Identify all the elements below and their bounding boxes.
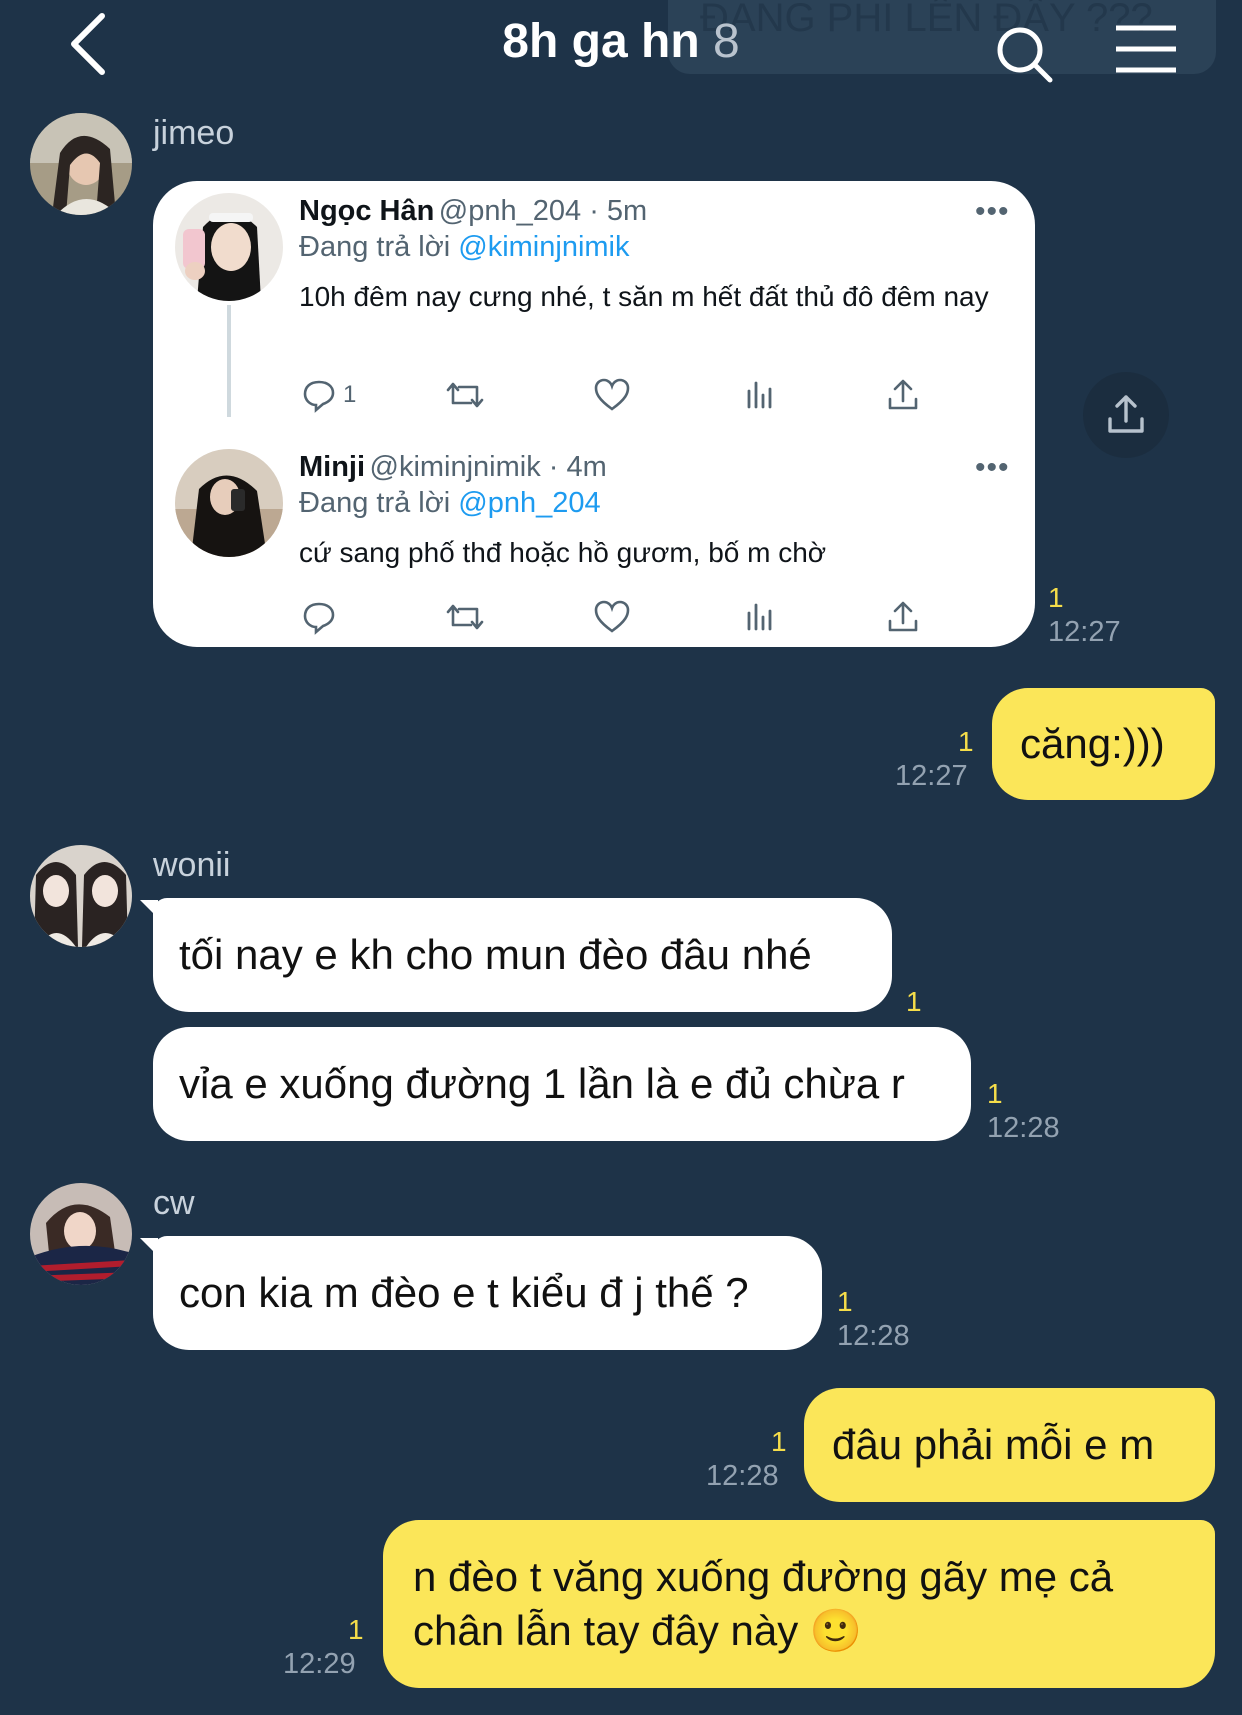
tweet1-handle-time: @pnh_204 · 5m [438,195,648,227]
message-time: 12:28 [837,1320,910,1352]
menu-button[interactable] [1114,24,1178,74]
tweet1-reply-prefix: Đang trả lời [299,231,451,263]
thread-connector-line [227,305,231,417]
tweet2-handle-time: @kiminjnimik · 4m [369,451,607,483]
hamburger-menu-icon [1116,25,1176,73]
message-text: căng:))) [1020,720,1165,767]
sender-name-wonii: wonii [153,846,231,884]
share-upload-icon [888,379,918,410]
message-time: 12:28 [706,1460,779,1492]
tweet2-reply-prefix: Đang trả lời [299,487,451,519]
tweet1-retweet-action [445,377,485,413]
tweet1-avatar [175,193,283,301]
bar-chart-icon [747,603,772,631]
tweet1-like-action [593,377,631,413]
unread-count: 1 [1048,582,1064,613]
avatar-jimeo[interactable] [30,113,132,215]
tweet2-reply-mention: @pnh_204 [458,487,601,519]
heart-icon [594,378,630,411]
bar-chart-icon [747,381,772,409]
tweet1-author-name: Ngọc Hân [299,195,435,227]
share-image-button[interactable] [1083,372,1169,458]
retweet-icon [446,604,484,630]
heart-icon [594,600,630,633]
tweet1-more-button: ••• [975,195,1010,228]
tweet2-like-action [593,599,631,635]
message-time: 12:27 [895,760,968,792]
tweet2-views-action [741,599,777,635]
tweet1-reply-mention: @kiminjnimik [458,231,630,263]
tweet1-header: Ngọc Hân @pnh_204 · 5m [299,195,647,228]
outgoing-message-bubble[interactable]: n đèo t văng xuống đường gãy mẹ cả chân … [383,1520,1215,1688]
unread-count: 1 [837,1286,853,1317]
tweet1-views-action [741,377,777,413]
tweet1-body: 10h đêm nay cưng nhé, t săn m hết đất th… [299,281,989,312]
unread-count: 1 [906,986,922,1017]
message-text-line1: n đèo t văng xuống đường gãy mẹ cả [413,1553,1114,1600]
sender-name-cw: cw [153,1184,195,1222]
share-upload-icon [1108,395,1144,433]
message-text: con kia m đèo e t kiểu đ j thế ? [179,1269,749,1316]
incoming-message-bubble[interactable]: vỉa e xuống đường 1 lần là e đủ chừa r [153,1027,971,1141]
incoming-message-bubble[interactable]: con kia m đèo e t kiểu đ j thế ? [153,1236,822,1350]
tweet2-reply-context: Đang trả lời @pnh_204 [299,487,601,520]
search-button[interactable] [992,22,1058,88]
tweet2-reply-action [301,599,337,635]
tweet1-reply-context: Đang trả lời @kiminjnimik [299,231,630,264]
tweet2-more-button: ••• [975,451,1010,484]
unread-count: 1 [987,1078,1003,1109]
avatar-wonii[interactable] [30,845,132,947]
tweet2-avatar [175,449,283,557]
tweet2-header: Minji @kiminjnimik · 4m [299,451,607,484]
tweet1-share-action [885,377,921,413]
message-text-line2: chân lẫn tay đây này 🙂 [413,1607,863,1654]
tweet2-share-action [885,599,921,635]
tweet-screenshot-image[interactable]: Ngọc Hân @pnh_204 · 5m ••• Đang trả lời … [153,181,1035,647]
unread-count: 1 [348,1614,364,1645]
comment-icon [303,380,335,413]
tweet2-body: cứ sang phố thđ hoặc hồ gươm, bố m chờ [299,537,827,568]
sender-name-jimeo: jimeo [153,114,235,152]
tweet2-author-name: Minji [299,451,366,483]
member-count: 8 [712,15,740,68]
unread-count: 1 [771,1426,787,1457]
tweet1-reply-action: 1 [301,377,356,413]
message-time: 12:27 [1048,616,1121,648]
outgoing-message-bubble[interactable]: đâu phải mỗi e m [804,1388,1215,1502]
tweet1-reply-count: 1 [343,381,357,408]
message-time: 12:29 [283,1648,356,1680]
outgoing-message-bubble[interactable]: căng:))) [992,688,1215,800]
message-text: tối nay e kh cho mun đèo đâu nhé [179,931,812,978]
retweet-icon [446,382,484,408]
tweet2-retweet-action [445,599,485,635]
unread-count: 1 [958,726,974,757]
search-icon [997,27,1053,83]
message-text: vỉa e xuống đường 1 lần là e đủ chừa r [179,1060,905,1107]
comment-icon [303,602,335,635]
incoming-message-bubble[interactable]: tối nay e kh cho mun đèo đâu nhé [153,898,892,1012]
share-upload-icon [888,601,918,632]
avatar-cw[interactable] [30,1183,132,1285]
message-time: 12:28 [987,1112,1060,1144]
chat-name: 8h ga hn [502,15,700,68]
message-text: đâu phải mỗi e m [832,1421,1155,1468]
